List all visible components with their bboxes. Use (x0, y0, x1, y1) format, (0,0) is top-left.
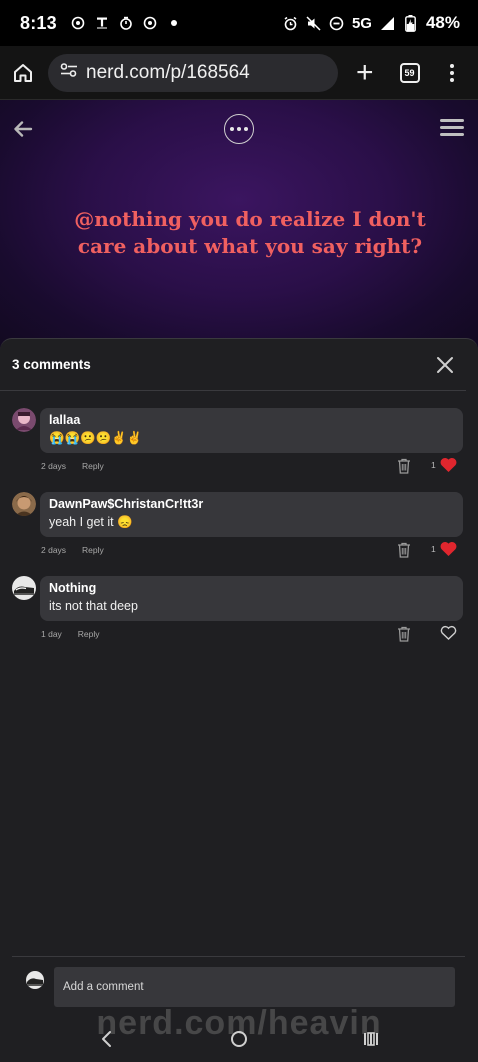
signal-icon (380, 16, 395, 31)
battery-percent: 48% (425, 13, 460, 32)
clock: 8:13 (20, 12, 57, 33)
url-text[interactable]: nerd.com/p/168564 (86, 62, 250, 84)
hamburger-menu-icon[interactable] (440, 119, 464, 136)
heart-filled-icon[interactable] (440, 541, 457, 557)
like-count: 1 (431, 544, 436, 554)
battery-charging-icon (403, 14, 418, 32)
comment-time: 1 day (41, 629, 62, 639)
status-bar: 8:13 5G 48% (0, 0, 478, 46)
comment-bubble: lallaa 😭😭😕😕✌️✌️ (40, 408, 463, 453)
heart-filled-icon[interactable] (440, 457, 457, 473)
tplay-icon (95, 16, 110, 31)
back-arrow-icon[interactable] (12, 118, 34, 140)
delete-icon[interactable] (397, 458, 411, 474)
reply-button[interactable]: Reply (82, 461, 104, 471)
timer-icon (119, 16, 134, 31)
avatar[interactable] (12, 576, 36, 600)
comment-meta: 2 days Reply (41, 461, 104, 471)
system-status-icons: 5G 48% (283, 13, 460, 33)
tab-switcher-button[interactable]: 59 (399, 62, 420, 83)
close-icon[interactable] (436, 356, 454, 374)
comments-count-title: 3 comments (12, 357, 91, 372)
heart-outline-icon[interactable] (440, 625, 457, 641)
alarm-icon (283, 16, 298, 31)
comment-time: 2 days (41, 461, 67, 471)
delete-icon[interactable] (397, 626, 411, 642)
comment-time: 2 days (41, 545, 67, 555)
delete-icon[interactable] (397, 542, 411, 558)
network-type: 5G (351, 14, 372, 32)
mute-icon (306, 15, 321, 31)
reply-button[interactable]: Reply (82, 545, 104, 555)
nav-back-icon[interactable] (100, 1030, 114, 1048)
new-tab-button[interactable]: + (356, 57, 374, 88)
settings-notification-icon (143, 16, 158, 31)
comment-item: DawnPaw$ChristanCr!tt3r yeah I get it 😞 … (0, 492, 478, 572)
do-not-disturb-icon (329, 16, 344, 31)
address-bar[interactable]: nerd.com/p/168564 (48, 53, 338, 92)
add-comment-input[interactable] (54, 967, 455, 1007)
site-settings-icon[interactable] (60, 62, 78, 83)
comment-author[interactable]: lallaa (49, 413, 454, 427)
notification-icons (71, 16, 182, 31)
comment-item: lallaa 😭😭😕😕✌️✌️ 2 days Reply 1 (0, 408, 478, 488)
comment-text: yeah I get it 😞 (49, 515, 133, 529)
comment-bubble: DawnPaw$ChristanCr!tt3r yeah I get it 😞 (40, 492, 463, 537)
post-card: @nothing you do realize I don't care abo… (0, 100, 478, 350)
post-text: @nothing you do realize I don't care abo… (74, 207, 426, 258)
comments-sheet: 3 comments lallaa 😭😭😕😕✌️✌️ 2 days Reply … (0, 338, 478, 1018)
nav-home-icon[interactable] (231, 1031, 247, 1047)
comment-meta: 2 days Reply (41, 545, 104, 555)
home-icon[interactable] (12, 62, 34, 84)
comment-meta: 1 day Reply (41, 629, 100, 639)
nav-recents-icon[interactable] (362, 1031, 380, 1047)
settings-notification-icon (71, 16, 86, 31)
reply-button[interactable]: Reply (78, 629, 100, 639)
comment-text: its not that deep (49, 599, 138, 613)
comments-header: 3 comments (0, 339, 466, 391)
avatar[interactable] (12, 408, 36, 432)
current-user-avatar (26, 971, 44, 989)
browser-toolbar: nerd.com/p/168564 + 59 (0, 46, 478, 100)
comment-author[interactable]: DawnPaw$ChristanCr!tt3r (49, 497, 454, 511)
comment-text: 😭😭😕😕✌️✌️ (49, 431, 143, 445)
comment-item: Nothing its not that deep 1 day Reply (0, 576, 478, 656)
comment-bubble: Nothing its not that deep (40, 576, 463, 621)
browser-menu-button[interactable] (449, 63, 454, 82)
like-count: 1 (431, 460, 436, 470)
avatar[interactable] (12, 492, 36, 516)
more-notifications-dot-icon (167, 16, 182, 31)
comment-author[interactable]: Nothing (49, 581, 454, 595)
post-options-button[interactable] (224, 114, 254, 144)
